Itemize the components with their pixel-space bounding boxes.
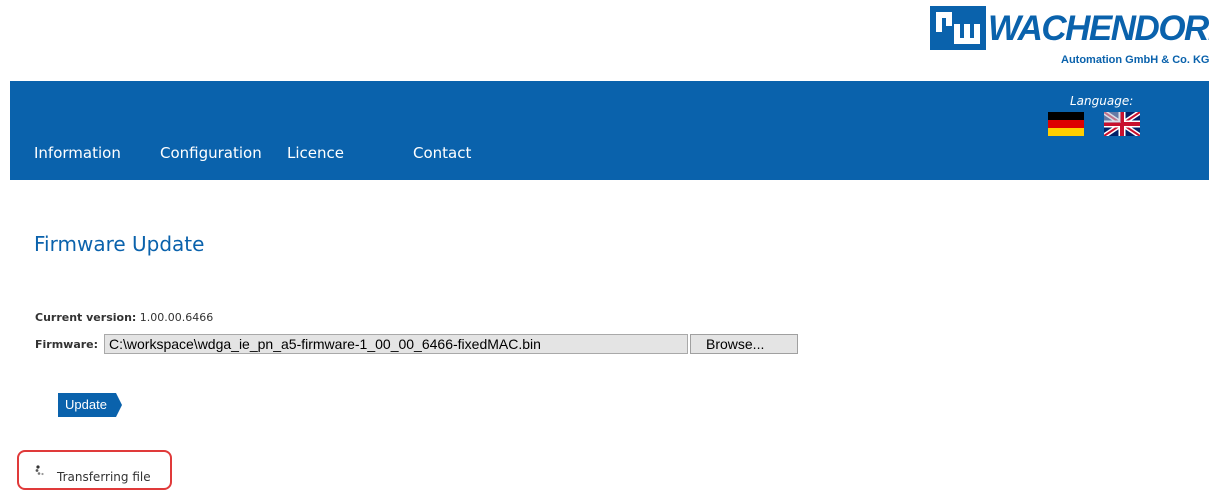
logo-mark-icon bbox=[930, 6, 986, 50]
update-button[interactable]: Update bbox=[58, 393, 122, 417]
update-button-label: Update bbox=[65, 397, 107, 412]
browse-button[interactable]: Browse... bbox=[690, 334, 798, 354]
company-logo: WACHENDORFF Automation GmbH & Co. KG bbox=[930, 6, 1209, 68]
logo-name: WACHENDORFF bbox=[988, 9, 1209, 48]
main-nav: Information Configuration Licence Contac… bbox=[10, 81, 1209, 180]
firmware-file-input[interactable]: C:\workspace\wdga_ie_pn_a5-firmware-1_00… bbox=[104, 334, 688, 354]
logo-subtitle: Automation GmbH & Co. KG bbox=[1061, 54, 1209, 66]
current-version-value: 1.00.00.6466 bbox=[139, 311, 214, 324]
page-title: Firmware Update bbox=[34, 232, 205, 256]
language-label: Language: bbox=[1070, 94, 1134, 108]
nav-item-contact[interactable]: Contact bbox=[413, 144, 471, 162]
nav-item-information[interactable]: Information bbox=[34, 144, 121, 162]
current-version-label: Current version: bbox=[35, 311, 137, 324]
status-text: Transferring file bbox=[57, 470, 151, 484]
firmware-label: Firmware: bbox=[35, 338, 99, 351]
spinner-icon bbox=[35, 465, 44, 476]
transfer-status: Transferring file bbox=[17, 450, 172, 490]
nav-item-licence[interactable]: Licence bbox=[287, 144, 344, 162]
nav-item-configuration[interactable]: Configuration bbox=[160, 144, 262, 162]
uk-flag-icon[interactable] bbox=[1104, 112, 1140, 136]
german-flag-icon[interactable] bbox=[1048, 112, 1084, 136]
current-version: Current version: 1.00.00.6466 bbox=[35, 311, 213, 325]
